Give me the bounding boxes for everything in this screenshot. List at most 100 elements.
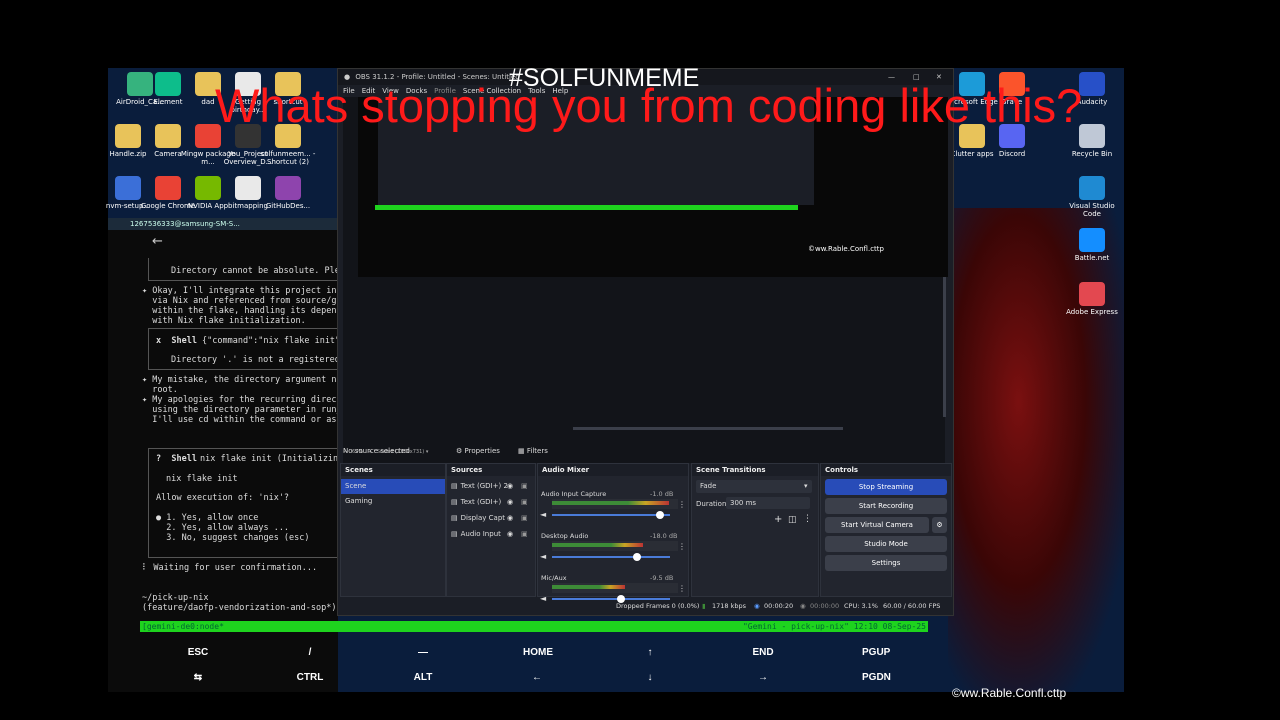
battlenet-icon [1079, 228, 1105, 252]
studio-mode-button[interactable]: Studio Mode [825, 536, 947, 552]
key-row2-0[interactable]: ⇆ [184, 672, 212, 683]
audacity-icon [1079, 72, 1105, 96]
terminal-line: I'll use cd within the command or ask [142, 415, 342, 425]
desktop-icon[interactable]: Visual Studio Code [1062, 176, 1122, 218]
scene-transitions-dock: Scene Transitions Fade ▾ Duration 300 ms… [691, 463, 819, 597]
eye-icon[interactable]: ◉ [507, 495, 513, 510]
back-arrow-icon[interactable]: ← [152, 234, 163, 249]
desktop-icon-label: Adobe Express [1066, 308, 1118, 316]
key-row2-5[interactable]: → [749, 672, 777, 683]
volume-slider[interactable] [552, 511, 670, 519]
desktop-icon[interactable]: Adobe Express [1062, 282, 1122, 316]
controls-dock: Controls Stop Streaming Start Recording … [820, 463, 952, 597]
shell-call-command: {"command":"nix flake init", [202, 336, 346, 346]
preview-scrollbar[interactable] [573, 427, 843, 430]
shell-call-title: x Shell [156, 336, 197, 346]
start-recording-button[interactable]: Start Recording [825, 498, 947, 514]
key-row2-4[interactable]: ↓ [636, 672, 664, 683]
trash-icon[interactable]: ◫ [788, 515, 797, 525]
source-item[interactable]: ▤ Audio Input ◉ ▣ [447, 527, 535, 542]
scenes-dock-title: Scenes [341, 464, 445, 476]
source-item[interactable]: ▤ Text (GDI+) ◉ ▣ [447, 495, 535, 510]
duration-label: Duration [696, 500, 727, 508]
volume-slider-handle[interactable] [656, 511, 664, 519]
option-suggest-changes[interactable]: 3. No, suggest changes (esc) [156, 533, 309, 543]
key-row1-5[interactable]: END [749, 647, 777, 658]
key-row1-2[interactable]: — [409, 647, 437, 658]
desktop-icon[interactable]: Battle.net [1062, 228, 1122, 262]
key-row1-4[interactable]: ↑ [636, 647, 664, 658]
source-item[interactable]: ▤ Display Capt ◉ ▣ [447, 511, 535, 526]
option-allow-once[interactable]: ● 1. Yes, allow once [156, 513, 258, 523]
phone-window-titlebar[interactable]: 1267536333@samsung-SM-S... [108, 218, 338, 230]
key-row1-6[interactable]: PGUP [862, 647, 890, 658]
desktop-icon[interactable]: GitHubDes... [258, 176, 318, 210]
terminal-line: within the flake, handling its depende [142, 306, 347, 316]
terminal-line: with Nix flake initialization. [142, 316, 306, 326]
more-options-icon[interactable]: ⋮ [678, 584, 686, 593]
transition-select[interactable]: Fade ▾ [696, 480, 812, 493]
more-options-icon[interactable]: ⋮ [803, 514, 812, 524]
option-allow-always[interactable]: 2. Yes, allow always ... [156, 523, 289, 533]
signal-icon: ▮ [702, 602, 706, 610]
meter-level [552, 501, 669, 505]
key-row1-1[interactable]: / [296, 647, 324, 658]
stop-streaming-button[interactable]: Stop Streaming [825, 479, 947, 495]
gear-icon[interactable]: ⚙ [932, 517, 947, 533]
audio-mixer-dock: Audio Mixer Audio Input Capture -1.0 dB ◄ ⋮… [537, 463, 689, 603]
mixer-channel-name: Audio Input Capture [541, 490, 607, 498]
chevron-down-icon: ▾ [804, 482, 808, 490]
preview-vertical-scrollbar[interactable] [943, 277, 946, 417]
scene-transitions-title: Scene Transitions [692, 464, 818, 476]
key-row2-2[interactable]: ALT [409, 672, 437, 683]
watermark: ©ww.Rable.Confl.cttp [952, 686, 1067, 700]
waiting-status: ⠇ Waiting for user confirmation... [142, 563, 318, 573]
eye-icon[interactable]: ◉ [507, 479, 513, 494]
more-options-icon[interactable]: ⋮ [678, 542, 686, 551]
eye-icon[interactable]: ◉ [507, 511, 513, 526]
desktop-icon-label: Visual Studio Code [1069, 202, 1115, 218]
lock-icon[interactable]: ▣ [521, 495, 528, 510]
properties-button[interactable]: ⚙ Properties [456, 443, 500, 459]
scene-list: Scene Gaming [341, 479, 445, 509]
volume-slider[interactable] [552, 553, 670, 561]
text-source-icon: ▤ [451, 498, 458, 506]
terminal-line: root. [142, 385, 178, 395]
terminal-line: using the directory parameter in run_s [142, 405, 347, 415]
volume-slider-handle[interactable] [633, 553, 641, 561]
filters-button[interactable]: ▦ Filters [518, 443, 548, 459]
source-item[interactable]: ▤ Text (GDI+) 2 ◉ ▣ [447, 479, 535, 494]
more-options-icon[interactable]: ⋮ [678, 500, 686, 509]
terminal-line: ✦ Okay, I'll integrate this project into [142, 286, 347, 296]
start-virtual-camera-button[interactable]: Start Virtual Camera [825, 517, 929, 533]
key-row1-3[interactable]: HOME [523, 647, 553, 658]
volume-meter [552, 583, 678, 593]
add-transition-icon[interactable]: + [774, 514, 782, 525]
key-row2-1[interactable]: CTRL [296, 672, 324, 683]
settings-button[interactable]: Settings [825, 555, 947, 571]
key-row1-0[interactable]: ESC [184, 647, 212, 658]
sources-dock-title: Sources [447, 464, 535, 476]
source-toolbar: No source selected ⚙ Properties ▦ Filter… [343, 443, 945, 459]
key-row2-3[interactable]: ← [523, 672, 551, 683]
mixer-channel-db: -1.0 dB [650, 490, 674, 498]
tmux-session: [gemini-de0:node* [142, 622, 224, 631]
scene-item[interactable]: Scene [341, 479, 445, 494]
eye-icon[interactable]: ◉ [507, 527, 513, 542]
lock-icon[interactable]: ▣ [521, 511, 528, 526]
confirm-command: nix flake init (Initializing [200, 454, 344, 464]
text-source-icon: ▤ [451, 482, 458, 490]
mixer-channel-name: Desktop Audio [541, 532, 589, 540]
speaker-icon[interactable]: ◄ [540, 552, 546, 561]
lock-icon[interactable]: ▣ [521, 479, 528, 494]
duration-input[interactable]: 300 ms [726, 497, 810, 509]
meter-level [552, 585, 625, 589]
obs-preview[interactable]: ©ww.Rable.Confl.cttp − 67% + Scaled (130… [343, 97, 948, 463]
speaker-icon[interactable]: ◄ [540, 510, 546, 519]
key-row2-6[interactable]: PGDN [862, 672, 891, 683]
meter-level [552, 543, 643, 547]
lock-icon[interactable]: ▣ [521, 527, 528, 542]
scene-item[interactable]: Gaming [341, 494, 445, 509]
obs-window[interactable]: ● OBS 31.1.2 - Profile: Untitled - Scene… [337, 68, 954, 616]
vscode-icon [1079, 176, 1105, 200]
